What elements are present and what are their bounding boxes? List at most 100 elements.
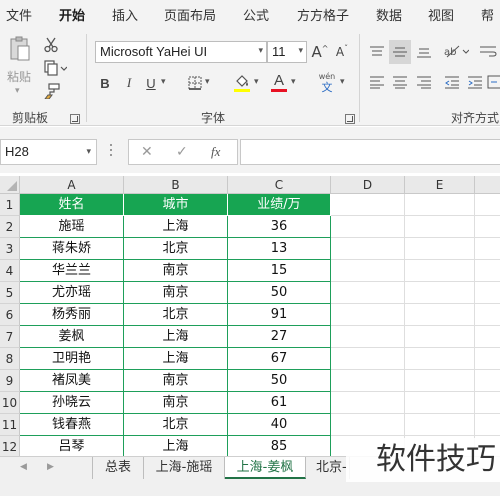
chevron-down-icon[interactable]: ▾: [298, 45, 303, 56]
format-painter-icon[interactable]: [42, 82, 62, 100]
table-cell[interactable]: 卫明艳: [20, 348, 124, 370]
empty-cell[interactable]: [405, 370, 475, 392]
empty-cell[interactable]: [475, 392, 500, 414]
align-bottom-icon[interactable]: [414, 42, 434, 62]
table-cell[interactable]: 施瑶: [20, 216, 124, 238]
table-cell[interactable]: 上海: [124, 436, 228, 458]
empty-cell[interactable]: [331, 238, 405, 260]
align-right-icon[interactable]: [414, 72, 434, 92]
underline-button[interactable]: U: [143, 73, 159, 93]
table-cell[interactable]: 50: [228, 282, 331, 304]
empty-cell[interactable]: [475, 414, 500, 436]
empty-cell[interactable]: [331, 216, 405, 238]
empty-cell[interactable]: [331, 304, 405, 326]
sheet-tab-summary[interactable]: 总表: [92, 457, 144, 479]
column-header-b[interactable]: B: [124, 176, 228, 194]
cancel-icon[interactable]: ✕: [141, 144, 153, 160]
table-cell[interactable]: 华兰兰: [20, 260, 124, 282]
table-cell[interactable]: 15: [228, 260, 331, 282]
grow-font-button[interactable]: A ^: [311, 41, 329, 63]
tab-next-icon[interactable]: ▶: [47, 462, 54, 472]
paste-dropdown-icon[interactable]: ▾: [15, 86, 20, 96]
select-all-button[interactable]: [0, 176, 20, 194]
menu-home[interactable]: 开始: [59, 5, 86, 29]
table-cell[interactable]: 南京: [124, 370, 228, 392]
table-cell[interactable]: 上海: [124, 216, 228, 238]
empty-cell[interactable]: [331, 392, 405, 414]
tab-prev-icon[interactable]: ◀: [20, 462, 27, 472]
empty-cell[interactable]: [405, 304, 475, 326]
empty-cell[interactable]: [331, 282, 405, 304]
table-cell[interactable]: 上海: [124, 348, 228, 370]
row-header[interactable]: 10: [0, 392, 20, 414]
empty-cell[interactable]: [405, 348, 475, 370]
column-header-a[interactable]: A: [20, 176, 124, 194]
italic-button[interactable]: I: [121, 73, 137, 93]
empty-cell[interactable]: [405, 414, 475, 436]
table-cell[interactable]: 40: [228, 414, 331, 436]
empty-cell[interactable]: [475, 348, 500, 370]
shrink-font-button[interactable]: Aˇ: [333, 41, 351, 63]
table-cell[interactable]: 杨秀丽: [20, 304, 124, 326]
empty-cell[interactable]: [405, 194, 475, 216]
empty-cell[interactable]: [331, 414, 405, 436]
table-cell[interactable]: 61: [228, 392, 331, 414]
orientation-icon[interactable]: ab: [442, 40, 470, 62]
bold-button[interactable]: B: [97, 73, 113, 93]
table-cell[interactable]: 36: [228, 216, 331, 238]
table-cell[interactable]: 北京: [124, 414, 228, 436]
sheet-tab-beijing[interactable]: 北京-: [306, 457, 350, 479]
menu-insert[interactable]: 插入: [112, 5, 138, 24]
column-header-next[interactable]: [475, 176, 500, 194]
table-cell[interactable]: 13: [228, 238, 331, 260]
clipboard-launcher-icon[interactable]: [70, 114, 80, 124]
row-header[interactable]: 2: [0, 216, 20, 238]
row-header[interactable]: 8: [0, 348, 20, 370]
empty-cell[interactable]: [475, 326, 500, 348]
empty-cell[interactable]: [475, 370, 500, 392]
empty-cell[interactable]: [405, 260, 475, 282]
table-cell[interactable]: 南京: [124, 282, 228, 304]
empty-cell[interactable]: [475, 216, 500, 238]
formula-input[interactable]: [240, 139, 500, 165]
table-cell[interactable]: 褚凤美: [20, 370, 124, 392]
column-header-d[interactable]: D: [331, 176, 405, 194]
empty-cell[interactable]: [331, 370, 405, 392]
insert-function-icon[interactable]: fx: [211, 144, 220, 160]
empty-cell[interactable]: [475, 282, 500, 304]
table-cell[interactable]: 尤亦瑶: [20, 282, 124, 304]
table-cell[interactable]: 北京: [124, 238, 228, 260]
merge-center-icon[interactable]: [487, 72, 500, 92]
table-cell[interactable]: 吕琴: [20, 436, 124, 458]
menu-help[interactable]: 帮: [481, 5, 494, 24]
paste-label[interactable]: 粘贴: [7, 68, 31, 85]
chevron-down-icon[interactable]: ▾: [161, 77, 166, 87]
table-cell[interactable]: 50: [228, 370, 331, 392]
table-cell[interactable]: 北京: [124, 304, 228, 326]
row-header[interactable]: 11: [0, 414, 20, 436]
borders-icon[interactable]: [186, 73, 204, 93]
row-header[interactable]: 4: [0, 260, 20, 282]
table-cell[interactable]: 南京: [124, 392, 228, 414]
formula-bar-grip[interactable]: [110, 144, 112, 160]
name-box[interactable]: H28 ▾: [0, 139, 97, 165]
wrap-text-icon[interactable]: [477, 40, 499, 62]
chevron-down-icon[interactable]: ▾: [340, 77, 345, 87]
phonetic-guide-button[interactable]: wén 文: [316, 70, 338, 96]
chevron-down-icon[interactable]: ▾: [254, 77, 259, 87]
column-header-c[interactable]: C: [228, 176, 331, 194]
decrease-indent-icon[interactable]: [442, 72, 462, 92]
table-cell[interactable]: 上海: [124, 326, 228, 348]
row-header[interactable]: 5: [0, 282, 20, 304]
header-cell[interactable]: 业绩/万: [228, 194, 331, 216]
table-cell[interactable]: 钱春燕: [20, 414, 124, 436]
empty-cell[interactable]: [405, 392, 475, 414]
menu-view[interactable]: 视图: [428, 5, 454, 24]
table-cell[interactable]: 27: [228, 326, 331, 348]
menu-formulas[interactable]: 公式: [243, 5, 269, 24]
table-cell[interactable]: 67: [228, 348, 331, 370]
column-header-e[interactable]: E: [405, 176, 475, 194]
copy-icon[interactable]: [42, 59, 68, 77]
align-middle-icon[interactable]: [389, 40, 411, 64]
menu-file[interactable]: 文件: [6, 5, 32, 24]
